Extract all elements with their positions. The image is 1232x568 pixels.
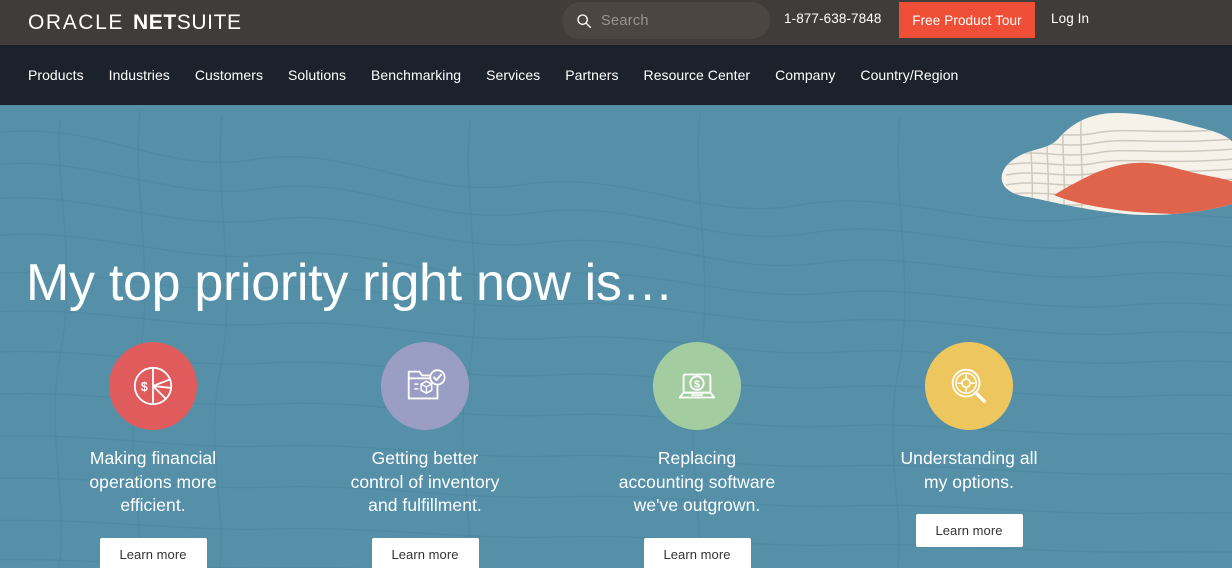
- decorative-blob-illustration: [1001, 113, 1232, 215]
- nav-item-products[interactable]: Products: [28, 67, 84, 83]
- magnifier-target-icon: [951, 368, 986, 403]
- svg-text:$: $: [141, 380, 148, 394]
- nav-item-solutions[interactable]: Solutions: [288, 67, 346, 83]
- folder-box-check-icon: [407, 369, 446, 400]
- caption-line-1: Understanding all: [900, 448, 1038, 468]
- hero-card-button-wrap: Learn more: [582, 537, 812, 568]
- main-navigation: Products Industries Customers Solutions …: [0, 45, 1232, 105]
- caption-line-2: accounting software: [618, 471, 776, 492]
- svg-text:$: $: [694, 378, 700, 390]
- hero-card-button-wrap: Learn more: [310, 537, 540, 568]
- caption-line-2: operations more: [89, 471, 217, 492]
- learn-more-button-3[interactable]: Learn more: [643, 537, 751, 568]
- hero-banner: My top priority right now is… $ Making f…: [0, 105, 1232, 568]
- caption-line-2: my options.: [923, 471, 1015, 492]
- hero-card-caption: Replacing accounting software we've outg…: [582, 447, 812, 518]
- learn-more-button-2[interactable]: Learn more: [371, 537, 479, 568]
- caption-line-1: Getting better: [371, 448, 479, 468]
- search-input[interactable]: Search: [562, 2, 770, 39]
- hero-card-accounting-software[interactable]: $ Replacing accounting software we've ou…: [582, 342, 812, 568]
- caption-line-3: efficient.: [120, 495, 186, 515]
- hero-card-button-wrap: Learn more: [854, 514, 1084, 547]
- hero-card-inventory-control[interactable]: Getting better control of inventory and …: [310, 342, 540, 568]
- caption-line-3: we've outgrown.: [633, 495, 761, 515]
- login-link[interactable]: Log In: [1051, 11, 1089, 26]
- pie-chart-dollar-icon: $: [133, 366, 173, 406]
- search-placeholder-text: Search: [601, 12, 649, 29]
- hero-card-caption: Making financial operations more efficie…: [38, 447, 268, 518]
- hero-card-icon-circle: [381, 342, 469, 430]
- nav-item-benchmarking[interactable]: Benchmarking: [371, 67, 461, 83]
- caption-line-3: and fulfillment.: [368, 495, 482, 515]
- learn-more-button-4[interactable]: Learn more: [915, 514, 1023, 547]
- nav-item-industries[interactable]: Industries: [109, 67, 170, 83]
- logo-suite-text: SUITE: [176, 10, 242, 34]
- logo-net-text: NET: [132, 10, 177, 34]
- nav-item-customers[interactable]: Customers: [195, 67, 263, 83]
- hero-card-icon-circle: $: [109, 342, 197, 430]
- hero-card-understanding-options[interactable]: Understanding all my options. Learn more: [854, 342, 1084, 547]
- laptop-dollar-icon: $: [678, 373, 716, 399]
- oracle-netsuite-logo[interactable]: ORACLE NET SUITE: [28, 11, 242, 35]
- caption-line-1: Replacing: [657, 448, 737, 468]
- nav-item-country-region[interactable]: Country/Region: [860, 67, 958, 83]
- hero-card-caption: Understanding all my options.: [854, 447, 1084, 494]
- learn-more-button-1[interactable]: Learn more: [99, 537, 207, 568]
- top-utility-bar: ORACLE NET SUITE Search 1-877-638-7848 F…: [0, 0, 1232, 45]
- search-icon: [577, 13, 592, 28]
- nav-item-services[interactable]: Services: [486, 67, 540, 83]
- free-product-tour-button[interactable]: Free Product Tour: [899, 2, 1035, 38]
- nav-item-company[interactable]: Company: [775, 67, 835, 83]
- nav-item-resource-center[interactable]: Resource Center: [644, 67, 751, 83]
- nav-item-partners[interactable]: Partners: [565, 67, 618, 83]
- hero-card-financial-operations[interactable]: $ Making financial operations more effic…: [38, 342, 268, 568]
- page-title: My top priority right now is…: [26, 254, 674, 312]
- hero-card-button-wrap: Learn more: [38, 537, 268, 568]
- hero-card-caption: Getting better control of inventory and …: [310, 447, 540, 518]
- caption-line-2: control of inventory: [350, 471, 500, 492]
- hero-card-icon-circle: [925, 342, 1013, 430]
- hero-card-icon-circle: $: [653, 342, 741, 430]
- caption-line-1: Making financial: [89, 448, 217, 468]
- phone-number[interactable]: 1-877-638-7848: [784, 11, 881, 26]
- logo-oracle-text: ORACLE: [28, 10, 124, 34]
